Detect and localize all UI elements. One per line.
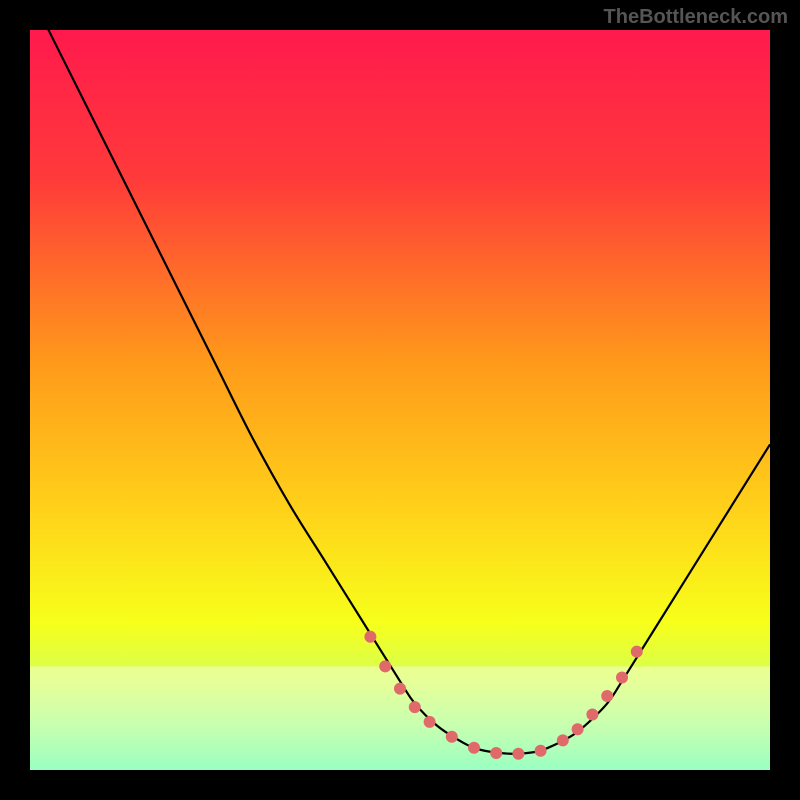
marker-dot [616, 672, 628, 684]
marker-dot [631, 646, 643, 658]
marker-dot [379, 660, 391, 672]
marker-dot [572, 723, 584, 735]
chart-svg [30, 30, 770, 770]
marker-dot [535, 745, 547, 757]
marker-dot [409, 701, 421, 713]
marker-dot [601, 690, 613, 702]
chart-container [30, 30, 770, 770]
marker-dot [490, 747, 502, 759]
watermark-text: TheBottleneck.com [604, 6, 788, 29]
marker-dot [557, 734, 569, 746]
marker-dot [364, 631, 376, 643]
marker-dot [468, 742, 480, 754]
marker-dot [512, 748, 524, 760]
marker-dot [586, 709, 598, 721]
gradient-background [30, 30, 770, 770]
marker-dot [424, 716, 436, 728]
marker-dot [394, 683, 406, 695]
marker-dot [446, 731, 458, 743]
